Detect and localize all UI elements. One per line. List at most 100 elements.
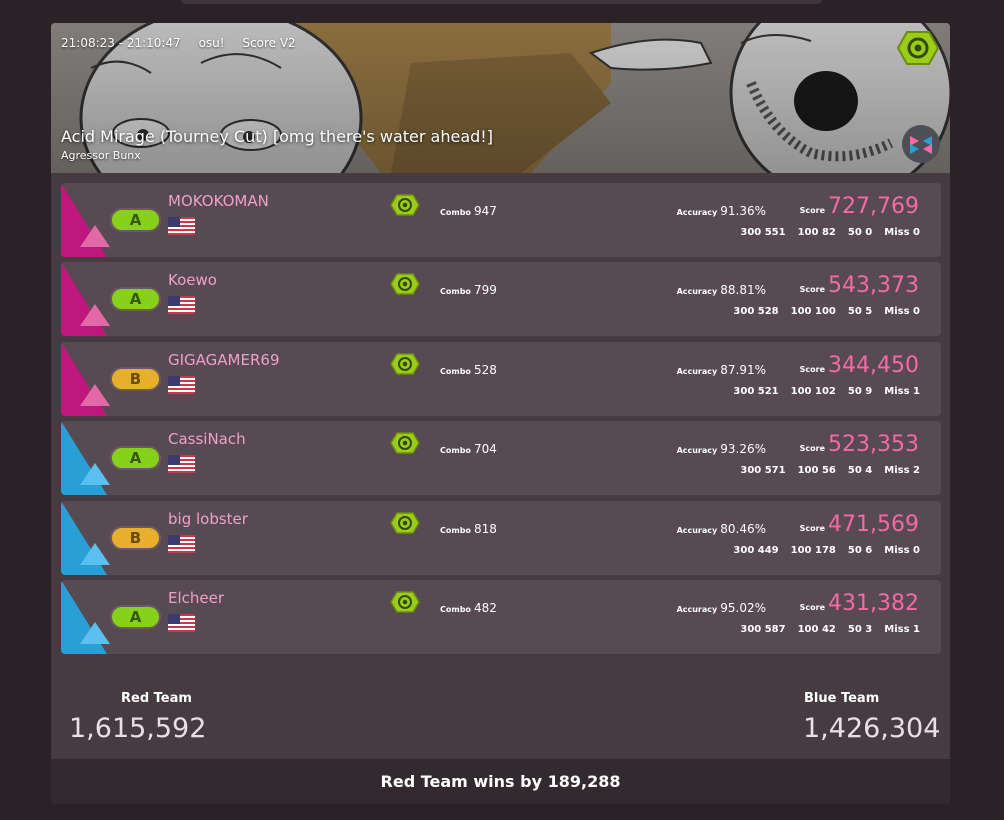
combo-value: 947 [473,204,497,218]
player-name[interactable]: MOKOKOMAN [168,192,269,210]
count-300: 300 551 [740,227,786,238]
score-value: 543,373 [828,273,919,299]
player-row: A Koewo Combo 799 Accuracy 88.81% Score … [61,262,941,337]
us-flag-icon [168,217,195,235]
combo-stat: Combo 704 [440,442,497,456]
us-flag-icon [168,455,195,474]
combo-label: Combo [440,287,471,297]
count-50: 50 9 [847,385,873,397]
combo-value: 704 [473,442,497,457]
accuracy-label: Accuracy [676,208,718,217]
player-name[interactable]: Elcheer [168,589,224,607]
grade-badge: A [110,287,161,312]
match-result-card: 21:08:23 - 21:10:47 osu! Score V2 Acid M… [51,23,950,804]
score-stat: Score 543,373 [800,273,919,298]
count-100: 100 100 [790,306,836,318]
beatmap-title: Acid Mirage (Tourney Cut) [omg there's w… [61,127,493,146]
accuracy-stat: Accuracy 93.26% [677,442,766,456]
beatmap-artist: Agressor Bunx [61,149,141,162]
combo-value: 528 [473,362,497,377]
nofail-mod-icon [390,353,420,375]
player-row: A MOKOKOMAN Combo 947 Accuracy 91.36% Sc… [61,183,941,257]
combo-stat: Combo 799 [440,283,497,297]
score-value: 344,450 [828,352,919,378]
accuracy-value: 93.26% [720,442,766,457]
accuracy-stat: Accuracy 95.02% [677,601,766,615]
accuracy-label: Accuracy [676,525,718,535]
player-name[interactable]: big lobster [168,510,248,528]
hit-counts: 300 551 100 82 50 0 Miss 0 [740,227,920,238]
count-50: 50 4 [847,465,873,477]
accuracy-value: 87.91% [720,362,766,377]
accuracy-value: 80.46% [720,521,766,536]
player-row: A CassiNach Combo 704 Accuracy 93.26% Sc… [61,421,941,496]
red-team-label: Red Team [121,691,192,706]
us-flag-icon [168,534,195,553]
accuracy-stat: Accuracy 91.36% [677,204,766,218]
accuracy-value: 95.02% [720,600,766,615]
player-name[interactable]: GIGAGAMER69 [168,351,279,369]
player-name[interactable]: Koewo [168,271,217,289]
count-100: 100 178 [790,544,836,556]
combo-label: Combo [440,366,471,376]
game-mode: osu! [198,36,225,50]
score-value: 471,569 [828,511,919,537]
team-vs-icon [902,125,940,163]
match-time-range: 21:08:23 - 21:10:47 [61,36,181,50]
grade-badge: A [110,604,161,629]
count-300: 300 528 [733,306,779,318]
accuracy-label: Accuracy [676,366,718,376]
grade-badge: A [110,446,161,471]
count-100: 100 42 [797,623,836,635]
score-label: Score [799,602,826,612]
us-flag-icon [168,613,195,632]
count-100: 100 82 [797,227,836,238]
combo-stat: Combo 528 [440,363,497,377]
accuracy-value: 91.36% [720,204,766,218]
player-name[interactable]: CassiNach [168,430,246,448]
count-50: 50 5 [847,306,873,318]
accuracy-stat: Accuracy 88.81% [677,283,766,297]
combo-label: Combo [440,208,471,217]
accuracy-stat: Accuracy 87.91% [677,363,766,377]
score-label: Score [799,206,826,215]
accuracy-stat: Accuracy 80.46% [677,522,766,536]
count-miss: Miss 2 [884,465,920,477]
nofail-mod-icon [390,194,420,216]
red-team-total: 1,615,592 [69,713,207,744]
count-50: 50 3 [847,623,873,635]
top-tab-stub [181,0,822,4]
combo-value: 818 [473,521,497,536]
player-row: B big lobster Combo818 Accuracy80.46% [61,500,941,575]
score-label: Score [799,444,826,454]
count-miss: Miss 1 [884,623,920,635]
beatmap-banner: 21:08:23 - 21:10:47 osu! Score V2 Acid M… [51,23,950,173]
nofail-mod-icon [390,273,420,296]
nofail-mod-icon [390,511,420,534]
combo-label: Combo [440,525,471,535]
combo-value: 482 [473,600,497,615]
count-miss: Miss 0 [884,306,920,318]
hit-counts: 300 449 100 178 50 6 Miss 0 [733,545,920,556]
combo-label: Combo [440,604,471,614]
nofail-mod-icon [897,31,939,65]
count-miss: Miss 0 [884,544,920,556]
us-flag-icon [168,375,195,394]
blue-team-label: Blue Team [804,691,880,706]
hit-counts: 300 571 100 56 50 4 Miss 2 [740,465,920,476]
score-stat: Score 727,769 [800,194,919,219]
combo-value: 799 [473,283,497,298]
match-meta-line: 21:08:23 - 21:10:47 osu! Score V2 [61,36,310,50]
score-label: Score [799,523,826,533]
count-miss: Miss 1 [884,385,920,397]
count-300: 300 449 [733,544,779,556]
nofail-mod-icon [390,432,420,454]
combo-stat: Combo 947 [440,204,497,218]
count-300: 300 587 [740,623,786,635]
combo-stat: Combo 818 [440,522,497,536]
score-value: 727,769 [828,194,919,219]
grade-badge: B [110,525,161,550]
count-300: 300 571 [740,465,786,477]
blue-team-total: 1,426,304 [803,713,941,744]
accuracy-value: 88.81% [720,283,766,298]
